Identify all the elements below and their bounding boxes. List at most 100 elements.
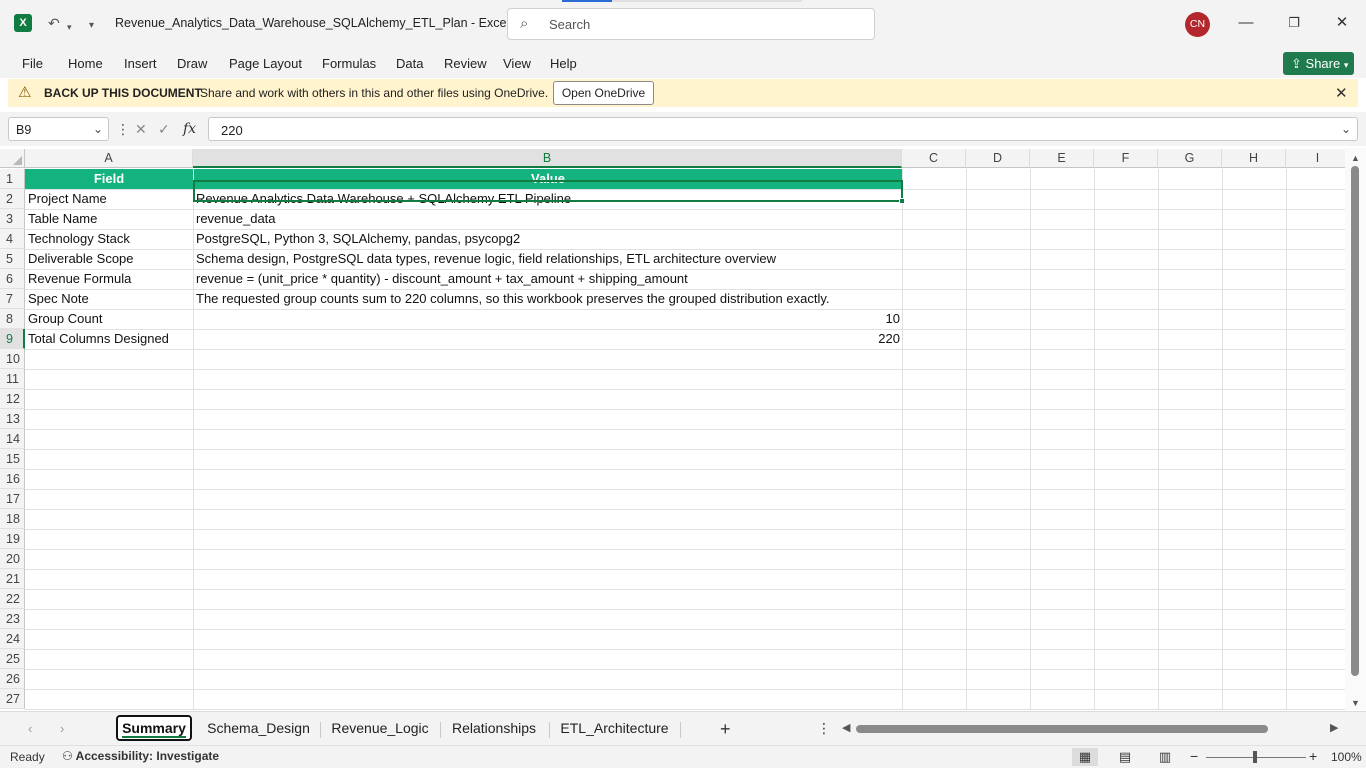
tab-home[interactable]: Home bbox=[68, 56, 103, 71]
row-header[interactable]: 18 bbox=[0, 509, 25, 529]
row-header[interactable]: 26 bbox=[0, 669, 25, 689]
row-header[interactable]: 7 bbox=[0, 289, 25, 309]
worksheet-grid[interactable]: A B C D E F G H I 1 2 3 4 5 6 7 8 9 10 11 12 13 14 15 1… bbox=[0, 148, 1345, 710]
row-header[interactable]: 4 bbox=[0, 229, 25, 249]
row-header[interactable]: 2 bbox=[0, 189, 25, 209]
row-header[interactable]: 10 bbox=[0, 349, 25, 369]
row-header[interactable]: 20 bbox=[0, 549, 25, 569]
row-header[interactable]: 15 bbox=[0, 449, 25, 469]
sheet-tab-revenue-logic[interactable]: Revenue_Logic bbox=[324, 715, 436, 741]
cell-b7[interactable]: The requested group counts sum to 220 co… bbox=[196, 289, 900, 309]
row-header[interactable]: 11 bbox=[0, 369, 25, 389]
tab-formulas[interactable]: Formulas bbox=[322, 56, 376, 71]
tab-draw[interactable]: Draw bbox=[177, 56, 207, 71]
sheet-tab-etl-architecture[interactable]: ETL_Architecture bbox=[553, 715, 676, 741]
row-header[interactable]: 21 bbox=[0, 569, 25, 589]
tab-data[interactable]: Data bbox=[396, 56, 423, 71]
row-header[interactable]: 13 bbox=[0, 409, 25, 429]
insert-function-icon[interactable]: fx bbox=[183, 121, 196, 137]
cell-b9[interactable]: 220 bbox=[196, 329, 900, 349]
row-header[interactable]: 6 bbox=[0, 269, 25, 289]
sheet-tab-schema-design[interactable]: Schema_Design bbox=[200, 715, 317, 741]
zoom-level[interactable]: 100% bbox=[1331, 750, 1362, 764]
row-header[interactable]: 5 bbox=[0, 249, 25, 269]
close-icon[interactable]: ✕ bbox=[1335, 84, 1348, 102]
avatar[interactable]: CN bbox=[1185, 12, 1210, 37]
column-header[interactable]: E bbox=[1030, 149, 1094, 168]
name-box[interactable]: B9 ⌄ bbox=[8, 117, 109, 141]
select-all-corner[interactable] bbox=[0, 149, 25, 168]
row-header[interactable]: 17 bbox=[0, 489, 25, 509]
cell-b3[interactable]: revenue_data bbox=[196, 209, 900, 229]
sheet-tab-summary[interactable]: Summary bbox=[116, 715, 192, 741]
row-header[interactable]: 14 bbox=[0, 429, 25, 449]
column-header[interactable]: H bbox=[1222, 149, 1286, 168]
open-onedrive-button[interactable]: Open OneDrive bbox=[553, 81, 654, 105]
cancel-icon[interactable]: ✕ bbox=[135, 121, 147, 138]
row-header[interactable]: 19 bbox=[0, 529, 25, 549]
tab-insert[interactable]: Insert bbox=[124, 56, 157, 71]
chevron-down-icon[interactable]: ⌄ bbox=[93, 122, 103, 136]
column-header[interactable]: F bbox=[1094, 149, 1158, 168]
cell-a1[interactable]: Field bbox=[25, 169, 193, 189]
undo-icon[interactable]: ↶ bbox=[48, 14, 60, 32]
search-input[interactable]: ⌕ Search bbox=[507, 8, 875, 40]
sheet-next-icon[interactable]: › bbox=[60, 721, 64, 736]
page-break-view-icon[interactable]: ▥ bbox=[1152, 748, 1178, 766]
cell-a4[interactable]: Technology Stack bbox=[28, 229, 191, 249]
column-header[interactable]: A bbox=[25, 149, 193, 168]
row-header[interactable]: 3 bbox=[0, 209, 25, 229]
share-button[interactable]: ⇪ Share ▾ bbox=[1283, 52, 1354, 75]
row-header[interactable]: 23 bbox=[0, 609, 25, 629]
cell-a5[interactable]: Deliverable Scope bbox=[28, 249, 191, 269]
page-layout-view-icon[interactable]: ▤ bbox=[1112, 748, 1138, 766]
cell-b6[interactable]: revenue = (unit_price * quantity) - disc… bbox=[196, 269, 900, 289]
row-header[interactable]: 9 bbox=[0, 329, 25, 349]
more-options-icon[interactable]: ⋮ bbox=[817, 720, 831, 737]
zoom-in-icon[interactable]: + bbox=[1309, 748, 1317, 764]
column-header[interactable]: G bbox=[1158, 149, 1222, 168]
sheet-tab-relationships[interactable]: Relationships bbox=[444, 715, 544, 741]
row-header[interactable]: 27 bbox=[0, 689, 25, 709]
cell-b8[interactable]: 10 bbox=[196, 309, 900, 329]
cell-b4[interactable]: PostgreSQL, Python 3, SQLAlchemy, pandas… bbox=[196, 229, 900, 249]
cell-a8[interactable]: Group Count bbox=[28, 309, 191, 329]
row-header[interactable]: 25 bbox=[0, 649, 25, 669]
cell-a9[interactable]: Total Columns Designed bbox=[28, 329, 191, 349]
scroll-down-icon[interactable]: ▼ bbox=[1351, 698, 1360, 708]
row-header[interactable]: 16 bbox=[0, 469, 25, 489]
scroll-right-icon[interactable]: ▶ bbox=[1330, 721, 1338, 734]
normal-view-icon[interactable]: ▦ bbox=[1072, 748, 1098, 766]
tab-help[interactable]: Help bbox=[550, 56, 577, 71]
zoom-out-icon[interactable]: − bbox=[1190, 748, 1198, 764]
enter-icon[interactable]: ✓ bbox=[158, 121, 170, 138]
row-header[interactable]: 1 bbox=[0, 169, 25, 189]
tab-view[interactable]: View bbox=[503, 56, 531, 71]
minimize-icon[interactable]: — bbox=[1235, 12, 1257, 34]
column-header[interactable]: B bbox=[193, 149, 902, 168]
restore-icon[interactable]: ❐ bbox=[1283, 12, 1305, 34]
column-header[interactable]: D bbox=[966, 149, 1030, 168]
cell-a3[interactable]: Table Name bbox=[28, 209, 191, 229]
scroll-thumb[interactable] bbox=[1351, 166, 1359, 676]
close-icon[interactable]: ✕ bbox=[1331, 12, 1353, 34]
column-header[interactable]: C bbox=[902, 149, 966, 168]
customize-toolbar-icon[interactable]: ▾ bbox=[89, 17, 94, 35]
row-header[interactable]: 8 bbox=[0, 309, 25, 329]
row-header[interactable]: 12 bbox=[0, 389, 25, 409]
horizontal-scroll-thumb[interactable] bbox=[856, 725, 1268, 733]
cell-a6[interactable]: Revenue Formula bbox=[28, 269, 191, 289]
chevron-down-icon[interactable]: ⌄ bbox=[1341, 122, 1351, 136]
scroll-up-icon[interactable]: ▲ bbox=[1351, 153, 1360, 163]
more-options-icon[interactable]: ⋮ bbox=[116, 121, 130, 138]
zoom-slider-knob[interactable] bbox=[1253, 751, 1257, 763]
tab-page-layout[interactable]: Page Layout bbox=[229, 56, 302, 71]
cell-a2[interactable]: Project Name bbox=[28, 189, 191, 209]
column-header[interactable]: I bbox=[1286, 149, 1345, 168]
cell-b5[interactable]: Schema design, PostgreSQL data types, re… bbox=[196, 249, 900, 269]
scroll-left-icon[interactable]: ◀ bbox=[842, 721, 850, 734]
tab-file[interactable]: File bbox=[22, 56, 43, 71]
formula-input[interactable]: 220 ⌄ bbox=[208, 117, 1358, 141]
add-sheet-icon[interactable]: + bbox=[720, 719, 731, 740]
sheet-prev-icon[interactable]: ‹ bbox=[28, 721, 32, 736]
